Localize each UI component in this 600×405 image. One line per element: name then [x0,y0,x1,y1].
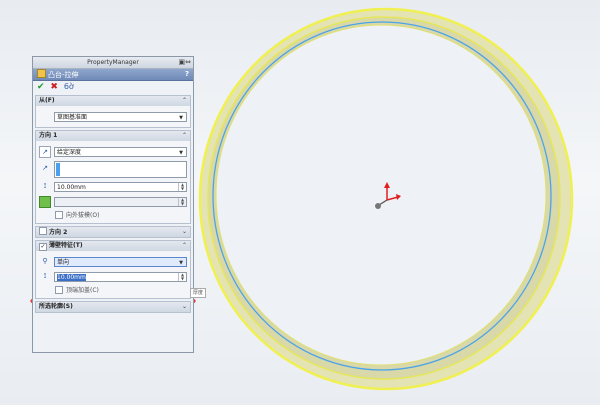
property-manager: PropertyManager ▣⇔ 凸台-拉伸 ? ✔ ✖ 6ờ 从(F) ⌃… [32,56,194,353]
end-condition-select[interactable]: 给定深度 ▼ [54,146,187,158]
thickness-tooltip: 厚度 [190,288,207,298]
from-group-header[interactable]: 从(F) ⌃ [36,96,190,106]
expand-icon[interactable]: ⌄ [182,302,187,312]
feature-title: 凸台-拉伸 [48,71,79,79]
ring-hole [215,24,547,366]
chevron-down-icon[interactable]: ▼ [177,148,185,158]
thickness-icon: ⟟ [43,271,47,280]
spin-icon[interactable]: ▲ ▼ [178,182,186,191]
direction-vector-icon: ↗ [42,164,48,172]
depth-icon: ⟟ [43,181,47,190]
thin-feature-header[interactable]: ✓ 薄壁特征(T) ⌃ [36,241,190,251]
selected-contours-header[interactable]: 所选轮廓(S) ⌄ [36,302,190,312]
collapse-icon[interactable]: ⌃ [182,131,187,141]
feature-title-bar: 凸台-拉伸 ? [33,69,193,81]
start-condition-select[interactable]: 草图基准面 ▼ [54,111,187,123]
direction1-header[interactable]: 方向 1 ⌃ [36,131,190,141]
collapse-icon[interactable]: ⌃ [182,241,187,251]
thin-feature-checkbox[interactable]: ✓ [39,243,47,251]
from-group: 从(F) ⌃ 草图基准面 ▼ [35,95,191,128]
direction2-group: 方向 2 ⌄ [35,226,191,238]
depth-input[interactable]: 10.00mm ▲ ▼ [54,181,187,192]
action-buttons: ✔ ✖ 6ờ [33,81,193,93]
thickness-input[interactable]: 10.00mm ▲ ▼ [54,271,187,282]
chevron-down-icon[interactable]: ▼ [177,258,185,268]
help-button[interactable]: ? [185,69,189,80]
direction1-group: 方向 1 ⌃ ↗ 给定深度 ▼ ↗ ⟟ 10.00mm ▲ ▼ ▲ ▼ 向外拔模… [35,130,191,224]
thin-type-select[interactable]: 单向 ▼ [54,256,187,268]
direction-vector-list[interactable] [54,160,187,178]
extruded-ring[interactable] [198,7,574,391]
direction2-header[interactable]: 方向 2 ⌄ [36,227,190,237]
collapse-icon[interactable]: ⌃ [182,96,187,106]
pm-titlebar: PropertyManager ▣⇔ [33,57,193,69]
spin-icon[interactable]: ▲ ▼ [178,272,186,281]
selected-contours-group: 所选轮廓(S) ⌄ [35,301,191,313]
close-icon[interactable]: ✖ [50,82,58,92]
draft-angle-input[interactable]: ▲ ▼ [54,196,187,207]
pm-title: PropertyManager [87,59,139,66]
draft-icon[interactable] [39,195,51,208]
reverse-direction-icon[interactable]: ⚲ [39,256,51,268]
pin-icon[interactable]: ▣⇔ [179,58,191,66]
cap-ends-checkbox[interactable]: 顶端加盖(C) [55,285,187,294]
extrude-boss-icon [37,69,46,78]
detail-preview-icon[interactable]: 6ờ [64,82,74,91]
draft-outward-checkbox[interactable]: 向外拔模(O) [55,210,187,219]
direction2-checkbox[interactable] [39,227,47,235]
chevron-down-icon[interactable]: ▼ [177,113,185,123]
spin-icon[interactable]: ▲ ▼ [178,197,186,206]
thin-feature-group: ✓ 薄壁特征(T) ⌃ ⚲ 单向 ▼ ⟟ 10.00mm ▲ ▼ 顶端加盖(C) [35,240,191,299]
expand-icon[interactable]: ⌄ [182,227,187,237]
direction-arrow-icon[interactable]: ↗ [39,145,51,158]
blank-icon [39,111,51,123]
checkmark-icon[interactable]: ✔ [37,82,45,92]
